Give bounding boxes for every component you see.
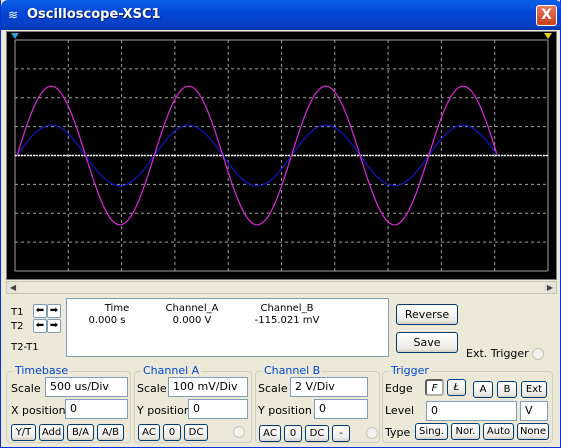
channel-a-terminal[interactable] (233, 426, 245, 438)
channel-a-dc-button[interactable]: DC (184, 424, 208, 441)
timebase-title: Timebase (13, 364, 71, 377)
channel-b-zero-button[interactable]: 0 (284, 425, 302, 442)
edge-label: Edge (385, 382, 413, 395)
scope-plot (7, 32, 556, 279)
readout-channel-b-value: -115.021 mV (254, 315, 320, 326)
trigger-source-a-button[interactable]: A (473, 381, 493, 398)
falling-edge-button[interactable]: Ł (447, 379, 466, 396)
t1-left-arrow-icon[interactable]: ⬅ (33, 304, 47, 318)
oscilloscope-app-icon: ≋ (8, 8, 19, 22)
add-mode-button[interactable]: Add (39, 424, 64, 441)
timebase-scale-field[interactable]: 500 us/Div (45, 377, 128, 397)
trigger-auto-button[interactable]: Auto (483, 423, 514, 440)
trigger-title: Trigger (389, 364, 431, 377)
horizontal-scrollbar[interactable]: ◀ ▶ (6, 281, 557, 294)
timebase-group: Timebase Scale 500 us/Div X position 0 Y… (6, 364, 131, 443)
t2-label: T2 (11, 321, 24, 332)
scroll-left-arrow-icon[interactable]: ◀ (7, 282, 19, 293)
close-button[interactable]: X (536, 5, 557, 26)
channel-a-title: Channel A (141, 364, 202, 377)
ext-trigger-terminal[interactable] (532, 348, 544, 360)
channel-b-dc-button[interactable]: DC (305, 425, 329, 442)
channel-a-group: Channel A Scale 100 mV/Div Y position 0 … (134, 364, 252, 443)
channel-a-scale-label: Scale (137, 382, 167, 395)
timebase-scale-label: Scale (11, 382, 41, 395)
channel-b-y-position-field[interactable]: 0 (314, 399, 368, 419)
measurement-readout: Time Channel_A Channel_B 0.000 s 0.000 V… (66, 298, 389, 357)
level-label: Level (385, 404, 415, 417)
ba-mode-button[interactable]: B/A (67, 424, 94, 441)
readout-channel-a-value: 0.000 V (172, 315, 212, 326)
title-bar[interactable]: ≋ Oscilloscope-XSC1 X (1, 0, 561, 30)
window-title: Oscilloscope-XSC1 (27, 7, 161, 22)
trigger-group: Trigger Edge F Ł A B Ext Level 0 V Type … (382, 364, 553, 443)
channel-b-group: Channel B Scale 2 V/Div Y position 0 AC … (255, 364, 380, 443)
trigger-source-ext-button[interactable]: Ext (521, 381, 547, 398)
trigger-single-button[interactable]: Sing. (415, 423, 448, 440)
ab-mode-button[interactable]: A/B (97, 424, 124, 441)
ext-trigger-label: Ext. Trigger (466, 347, 529, 360)
scroll-right-arrow-icon[interactable]: ▶ (544, 282, 556, 293)
channel-b-title: Channel B (262, 364, 323, 377)
save-button[interactable]: Save (396, 332, 458, 353)
trigger-level-unit[interactable]: V (520, 401, 548, 421)
t1-right-arrow-icon[interactable]: ➡ (47, 304, 61, 318)
readout-header-time: Time (104, 303, 130, 314)
channel-b-terminal[interactable] (366, 427, 378, 439)
channel-b-minus-button[interactable]: - (332, 425, 350, 442)
trigger-source-b-button[interactable]: B (497, 381, 517, 398)
t2-t1-label: T2-T1 (11, 342, 39, 353)
channel-b-ac-button[interactable]: AC (259, 425, 281, 442)
yt-mode-button[interactable]: Y/T (11, 424, 36, 441)
reverse-button[interactable]: Reverse (396, 304, 458, 325)
channel-b-scale-field[interactable]: 2 V/Div (290, 377, 368, 397)
trigger-level-field[interactable]: 0 (426, 401, 517, 421)
channel-b-y-position-label: Y position (258, 404, 312, 417)
rising-edge-button[interactable]: F (425, 379, 444, 396)
scope-display (6, 31, 557, 280)
cursor-readout-panel: T1 ⬅ ➡ T2 ⬅ ➡ T2-T1 Time Channel_A Chann… (6, 298, 557, 360)
readout-header-channel-b: Channel_B (260, 303, 314, 314)
readout-time-value: 0.000 s (88, 315, 126, 326)
channel-a-y-position-field[interactable]: 0 (188, 399, 248, 419)
trigger-type-label: Type (385, 426, 411, 439)
t2-left-arrow-icon[interactable]: ⬅ (33, 319, 47, 333)
oscilloscope-window: ≋ Oscilloscope-XSC1 X ◀ ▶ T1 ⬅ ➡ T2 ⬅ ➡ … (0, 0, 561, 448)
readout-header-channel-a: Channel_A (165, 303, 219, 314)
channel-a-scale-field[interactable]: 100 mV/Div (168, 377, 248, 397)
channel-a-zero-button[interactable]: 0 (163, 424, 181, 441)
channel-b-scale-label: Scale (258, 382, 288, 395)
t2-right-arrow-icon[interactable]: ➡ (47, 319, 61, 333)
channel-a-y-position-label: Y position (137, 404, 191, 417)
channel-a-ac-button[interactable]: AC (138, 424, 160, 441)
trigger-none-button[interactable]: None (517, 423, 549, 440)
trigger-normal-button[interactable]: Nor. (451, 423, 480, 440)
x-position-label: X position (11, 404, 66, 417)
x-position-field[interactable]: 0 (65, 399, 128, 419)
t1-label: T1 (11, 307, 24, 318)
